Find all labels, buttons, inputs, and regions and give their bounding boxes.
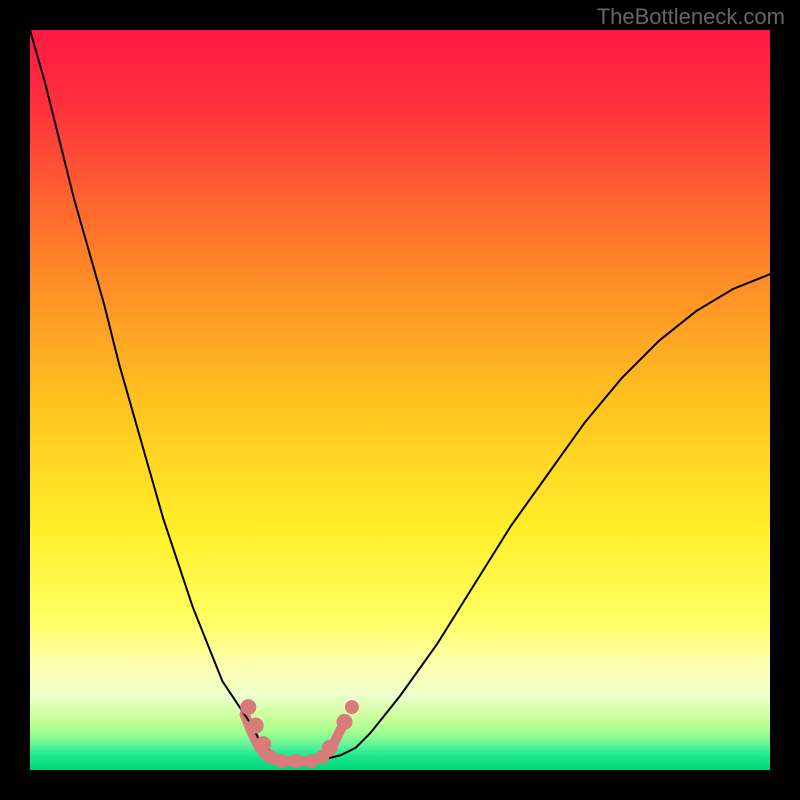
marker-point — [289, 754, 303, 768]
watermark-text: TheBottleneck.com — [597, 4, 785, 30]
marker-point — [248, 718, 264, 734]
marker-point — [275, 754, 289, 768]
marker-point — [240, 699, 256, 715]
marker-point — [345, 700, 359, 714]
marker-point — [322, 740, 338, 756]
marker-point — [337, 714, 353, 730]
chart-frame: TheBottleneck.com — [0, 0, 800, 800]
plot-background — [30, 30, 770, 770]
marker-point — [255, 736, 271, 752]
chart-svg — [0, 0, 800, 800]
